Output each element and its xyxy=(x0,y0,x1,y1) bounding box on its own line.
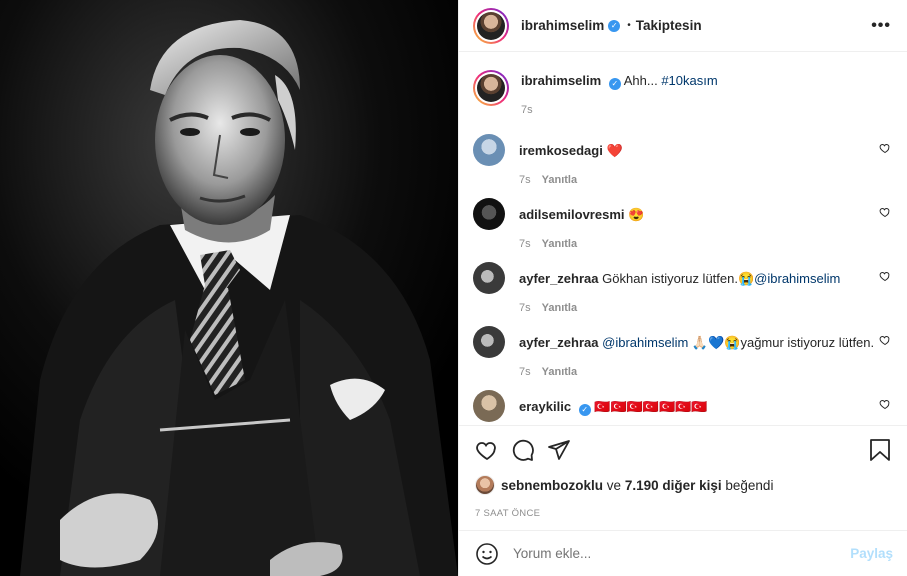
follow-status-button[interactable]: Takiptesin xyxy=(636,18,702,33)
reply-button[interactable]: Yanıtla xyxy=(542,174,577,186)
verified-badge-icon: ✓ xyxy=(578,404,591,416)
post-actions: sebnembozoklu ve 7.190 diğer kişi beğend… xyxy=(459,425,907,519)
reply-button[interactable]: Yanıtla xyxy=(542,302,577,314)
post-caption: ibrahimselim ✓ Ahh... #10kasım 7s xyxy=(473,52,891,116)
comment-item: ayfer_zehraa @ibrahimselim 🙏🏻💙😭yağmur is… xyxy=(473,316,891,380)
post-time[interactable]: 7 SAAT ÖNCE xyxy=(475,508,891,519)
comment-avatar[interactable] xyxy=(473,198,505,230)
caption-text: Ahh... xyxy=(623,73,658,88)
comment-bubble-icon[interactable] xyxy=(511,438,535,462)
comment-username[interactable]: adilsemilovresmi xyxy=(519,207,625,222)
post-header: ibrahimselim ✓ • Takiptesin ••• xyxy=(459,0,907,52)
like-comment-heart-icon[interactable] xyxy=(879,206,891,218)
comment-text: ❤️ xyxy=(606,143,623,158)
comment-mention[interactable]: @ibrahimselim xyxy=(754,271,840,286)
separator-dot: • xyxy=(627,20,631,31)
comment-item: adilsemilovresmi 😍 7s Yanıtla xyxy=(473,188,891,252)
like-comment-heart-icon[interactable] xyxy=(879,398,891,410)
likes-suffix: beğendi xyxy=(725,477,774,493)
reply-button[interactable]: Yanıtla xyxy=(542,238,577,250)
comment-text: 🙏🏻💙😭yağmur istiyoruz lütfen. xyxy=(688,335,875,350)
likes-summary: sebnembozoklu ve 7.190 diğer kişi beğend… xyxy=(475,475,891,495)
comment-time[interactable]: 7s xyxy=(519,302,531,314)
comment-username[interactable]: ayfer_zehraa xyxy=(519,335,599,350)
more-options-icon[interactable]: ••• xyxy=(871,17,891,34)
author-avatar[interactable] xyxy=(473,7,509,44)
caption-avatar[interactable] xyxy=(473,70,509,106)
like-comment-heart-icon[interactable] xyxy=(879,142,891,154)
post-sidebar: ibrahimselim ✓ • Takiptesin ••• ibrahims… xyxy=(458,0,907,576)
comment-text: 🇹🇷🇹🇷🇹🇷🇹🇷🇹🇷🇹🇷🇹🇷 xyxy=(594,399,708,414)
post-comment-button[interactable]: Paylaş xyxy=(850,546,893,561)
comment-text: Gökhan istiyoruz lütfen.😭 xyxy=(602,271,755,286)
portrait-image xyxy=(0,0,458,576)
emoji-smiley-icon[interactable] xyxy=(475,542,499,566)
comments-list[interactable]: ibrahimselim ✓ Ahh... #10kasım 7s iremko… xyxy=(459,52,907,425)
post-photo[interactable] xyxy=(0,0,458,576)
comment-time[interactable]: 7s xyxy=(519,238,531,250)
liker-avatar[interactable] xyxy=(475,475,495,495)
like-comment-heart-icon[interactable] xyxy=(879,334,891,346)
comment-username[interactable]: eraykilic xyxy=(519,399,571,414)
post-modal: ibrahimselim ✓ • Takiptesin ••• ibrahims… xyxy=(0,0,907,576)
comment-item: ayfer_zehraa Gökhan istiyoruz lütfen.😭@i… xyxy=(473,252,891,316)
caption-time[interactable]: 7s xyxy=(521,104,533,116)
likes-count[interactable]: 7.190 diğer kişi xyxy=(625,478,722,493)
comment-time[interactable]: 7s xyxy=(519,366,531,378)
comment-avatar[interactable] xyxy=(473,134,505,166)
author-username[interactable]: ibrahimselim xyxy=(521,18,604,33)
share-send-icon[interactable] xyxy=(547,438,571,462)
comment-avatar[interactable] xyxy=(473,262,505,294)
comment-item: iremkosedagi ❤️ 7s Yanıtla xyxy=(473,124,891,188)
comment-username[interactable]: ayfer_zehraa xyxy=(519,271,599,286)
comment-text: 😍 xyxy=(628,207,645,222)
comment-username[interactable]: iremkosedagi xyxy=(519,143,603,158)
like-heart-icon[interactable] xyxy=(475,438,499,462)
comment-avatar[interactable] xyxy=(473,326,505,358)
comment-input[interactable] xyxy=(513,546,851,561)
like-comment-heart-icon[interactable] xyxy=(879,270,891,282)
comment-mention[interactable]: @ibrahimselim xyxy=(602,335,688,350)
comment-item: eraykilic ✓ 🇹🇷🇹🇷🇹🇷🇹🇷🇹🇷🇹🇷🇹🇷 xyxy=(473,380,891,425)
comment-avatar[interactable] xyxy=(473,390,505,422)
likes-connector: ve xyxy=(606,477,622,493)
verified-badge-icon: ✓ xyxy=(608,78,621,90)
liker-username[interactable]: sebnembozoklu xyxy=(501,478,603,493)
save-bookmark-icon[interactable] xyxy=(869,438,891,462)
comment-time[interactable]: 7s xyxy=(519,174,531,186)
add-comment-bar: Paylaş xyxy=(459,530,907,576)
caption-username[interactable]: ibrahimselim xyxy=(521,73,601,88)
reply-button[interactable]: Yanıtla xyxy=(542,366,577,378)
caption-hashtag[interactable]: #10kasım xyxy=(661,73,717,88)
verified-badge-icon: ✓ xyxy=(608,19,621,32)
